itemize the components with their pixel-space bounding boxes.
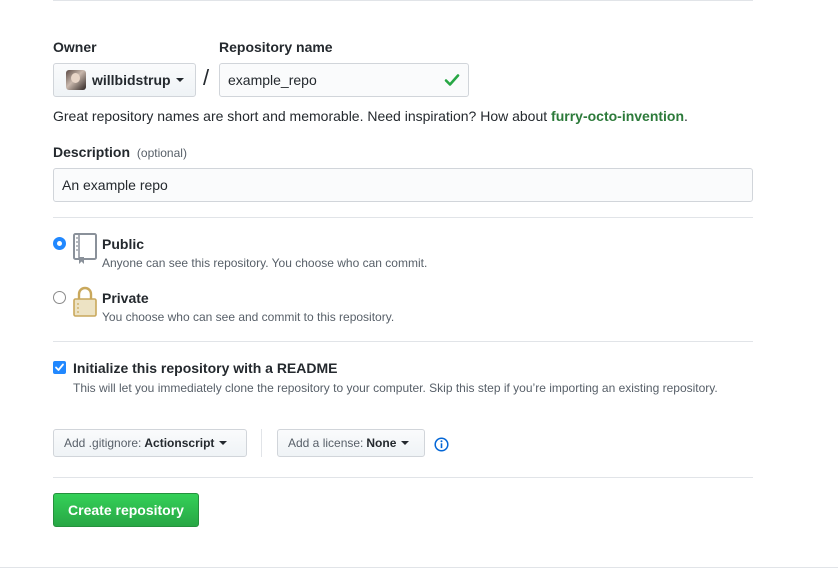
repo-name-input[interactable] xyxy=(219,63,469,97)
checkmark-icon xyxy=(55,363,64,371)
repo-book-icon xyxy=(73,233,97,264)
avatar xyxy=(66,70,86,90)
description-label: Description (optional) xyxy=(53,144,187,160)
top-divider xyxy=(53,0,753,1)
private-note: You choose who can see and commit to thi… xyxy=(102,310,395,324)
license-prefix: Add a license: xyxy=(288,436,364,450)
divider xyxy=(53,477,753,478)
caret-down-icon xyxy=(175,78,184,82)
readme-note: This will let you immediately clone the … xyxy=(73,381,718,395)
owner-select-button[interactable]: willbidstrup xyxy=(53,63,196,97)
divider xyxy=(53,341,753,342)
owner-name: willbidstrup xyxy=(92,72,171,88)
public-note: Anyone can see this repository. You choo… xyxy=(102,256,428,270)
private-radio[interactable] xyxy=(53,291,66,304)
lock-icon xyxy=(73,286,97,317)
owner-repo-separator: / xyxy=(203,65,210,90)
gitignore-select-button[interactable]: Add .gitignore: Actionscript xyxy=(53,429,247,457)
readme-title: Initialize this repository with a README xyxy=(73,360,338,376)
description-optional-note: (optional) xyxy=(136,146,187,160)
readme-checkbox[interactable] xyxy=(53,361,66,374)
create-repository-button[interactable]: Create repository xyxy=(53,493,199,527)
info-icon[interactable] xyxy=(434,437,449,452)
name-suggestion-link[interactable]: furry-octo-invention xyxy=(551,108,684,124)
gitignore-prefix: Add .gitignore: xyxy=(64,436,142,450)
description-label-text: Description xyxy=(53,144,131,160)
license-select-button[interactable]: Add a license: None xyxy=(277,429,425,457)
owner-label: Owner xyxy=(53,39,97,55)
caret-down-icon xyxy=(219,441,228,445)
hint-text: Great repository names are short and mem… xyxy=(53,108,552,124)
private-title: Private xyxy=(102,290,149,306)
options-separator xyxy=(261,429,262,457)
check-icon xyxy=(444,74,460,86)
license-value: None xyxy=(366,436,397,450)
caret-down-icon xyxy=(401,441,410,445)
gitignore-value: Actionscript xyxy=(144,436,215,450)
hint-end: . xyxy=(684,108,688,124)
repo-name-label: Repository name xyxy=(219,39,333,55)
description-input[interactable] xyxy=(53,168,753,202)
divider xyxy=(53,217,753,218)
public-radio[interactable] xyxy=(53,237,66,250)
public-title: Public xyxy=(102,236,145,252)
repo-name-hint: Great repository names are short and mem… xyxy=(53,108,688,124)
